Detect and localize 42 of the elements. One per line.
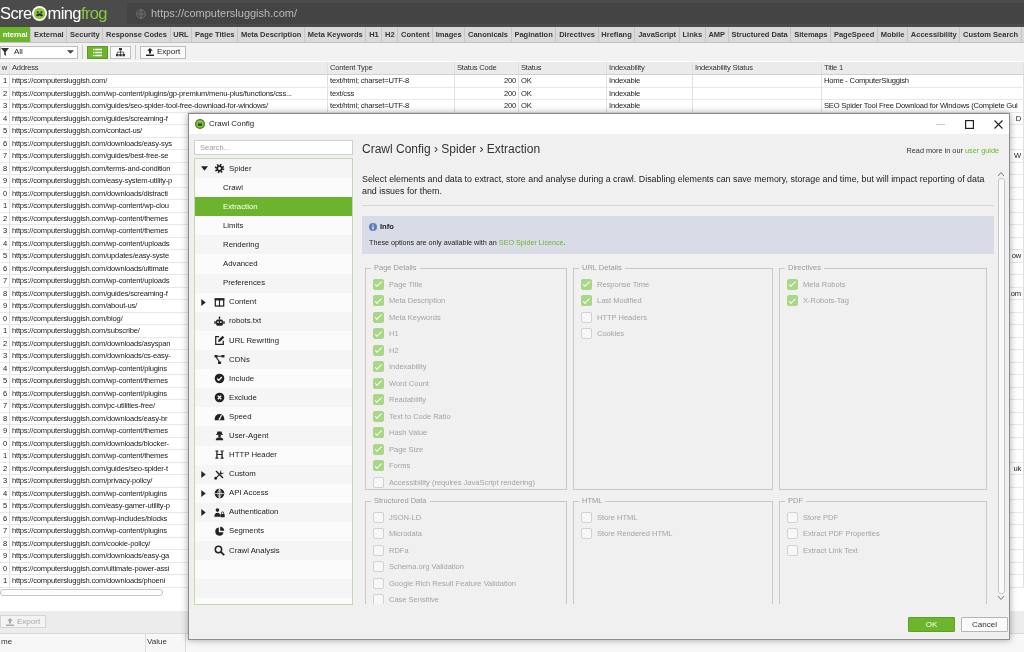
logo-text: mingfrog bbox=[47, 5, 107, 22]
user-icon bbox=[214, 430, 225, 442]
horizontal-scrollbar[interactable] bbox=[0, 588, 163, 596]
column-header[interactable]: Value bbox=[146, 633, 186, 652]
filter-dropdown[interactable]: All bbox=[0, 45, 78, 59]
check-circle-icon bbox=[214, 373, 225, 385]
logo-icon bbox=[32, 6, 48, 21]
globe-icon bbox=[214, 487, 225, 499]
pie-chart-icon bbox=[214, 525, 225, 537]
tree-view-button[interactable] bbox=[110, 45, 131, 59]
scroll-down-icon bbox=[998, 596, 1004, 600]
x-circle-icon bbox=[214, 392, 225, 404]
gear-icon bbox=[214, 163, 225, 175]
logo-icon bbox=[195, 119, 205, 129]
tools-icon bbox=[214, 468, 225, 480]
description-text: Select elements and data to extract, store and analyse during a crawl. Disabling elements can save memory, storage and time, but will impact reporting of data and issues for them. bbox=[362, 173, 986, 197]
upload-icon bbox=[146, 48, 154, 56]
maximize-icon bbox=[964, 119, 974, 129]
hierarchy-icon bbox=[116, 47, 125, 57]
globe-icon bbox=[135, 8, 146, 19]
export-button[interactable]: Export bbox=[140, 45, 187, 59]
columns-icon bbox=[214, 296, 225, 308]
upload-icon bbox=[6, 617, 14, 626]
list-icon bbox=[93, 47, 102, 57]
scroll-up-icon bbox=[998, 172, 1004, 176]
robot-icon bbox=[214, 315, 225, 327]
logo-text: Scre bbox=[0, 5, 32, 22]
gauge-icon bbox=[214, 411, 225, 423]
cancel-button[interactable]: Cancel bbox=[961, 617, 1008, 632]
funnel-icon bbox=[1, 48, 9, 56]
info-icon bbox=[369, 222, 377, 231]
minimize-icon bbox=[935, 123, 945, 125]
heading-icon bbox=[214, 449, 225, 461]
caret-down-icon bbox=[67, 50, 74, 54]
search-icon bbox=[214, 544, 225, 556]
close-icon bbox=[993, 119, 1003, 129]
edit-icon bbox=[214, 334, 225, 346]
column-header[interactable]: me bbox=[0, 633, 146, 652]
network-icon bbox=[214, 354, 225, 365]
breadcrumb-title: Crawl Config › Spider › Extraction bbox=[362, 141, 541, 158]
users-lock-icon bbox=[214, 506, 225, 518]
address-field[interactable]: https://computersluggish.com/ bbox=[126, 3, 1024, 24]
